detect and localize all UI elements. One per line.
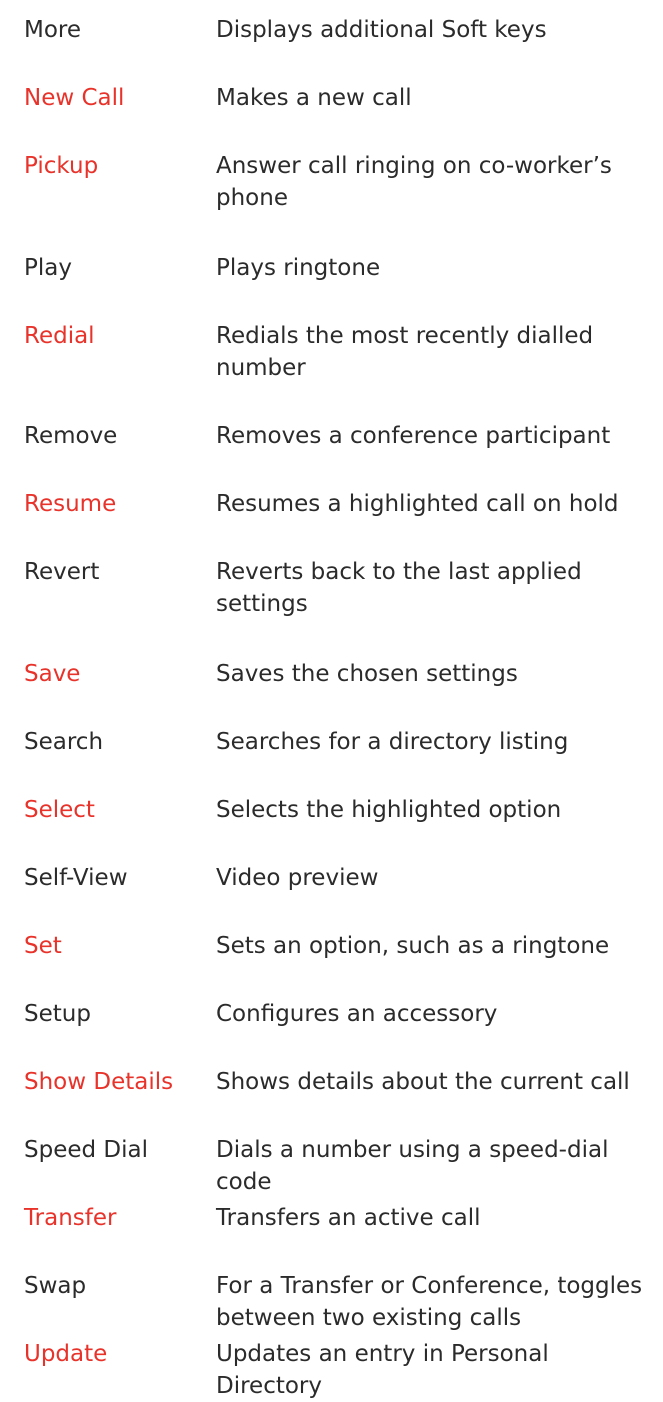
softkey-reference-table: More Displays additional Soft keys New C… bbox=[0, 0, 663, 1399]
softkey-name: Resume bbox=[24, 491, 117, 517]
softkey-name: Show Details bbox=[24, 1069, 174, 1095]
softkey-description: Saves the chosen settings bbox=[216, 661, 518, 687]
softkey-description: Plays ringtone bbox=[216, 255, 381, 281]
softkey-name: Swap bbox=[24, 1273, 87, 1299]
softkey-name: Search bbox=[24, 729, 104, 755]
softkey-description: Searches for a directory listing bbox=[216, 729, 569, 755]
softkey-name: Redial bbox=[24, 323, 95, 349]
softkey-name: Play bbox=[24, 255, 72, 281]
softkey-description: Transfers an active call bbox=[216, 1205, 481, 1231]
softkey-description: Reverts back to the last applied setting… bbox=[216, 559, 582, 617]
softkey-name: Update bbox=[24, 1341, 108, 1367]
softkey-name: Self-View bbox=[24, 865, 128, 891]
softkey-name: Transfer bbox=[24, 1205, 117, 1231]
softkey-name: Save bbox=[24, 661, 81, 687]
softkey-description: Resumes a highlighted call on hold bbox=[216, 491, 619, 517]
softkey-name: Set bbox=[24, 933, 62, 959]
softkey-description: Selects the highlighted option bbox=[216, 797, 562, 823]
softkey-description: Redials the most recently dialled number bbox=[216, 323, 594, 381]
softkey-description: Makes a new call bbox=[216, 85, 412, 111]
softkey-description: Sets an option, such as a ringtone bbox=[216, 933, 610, 959]
softkey-name: Pickup bbox=[24, 153, 99, 179]
softkey-description: Answer call ringing on co-worker’s phone bbox=[216, 153, 612, 211]
softkey-description: Displays additional Soft keys bbox=[216, 17, 547, 43]
softkey-name: Speed Dial bbox=[24, 1137, 148, 1163]
softkey-name: New Call bbox=[24, 85, 125, 111]
softkey-description: Removes a conference participant bbox=[216, 423, 611, 449]
softkey-description: Updates an entry in Personal Directory bbox=[216, 1341, 549, 1399]
softkey-description: Configures an accessory bbox=[216, 1001, 498, 1027]
softkey-name: Remove bbox=[24, 423, 118, 449]
softkey-name: Select bbox=[24, 797, 95, 823]
softkey-description: Dials a number using a speed-dial code bbox=[216, 1137, 609, 1195]
softkey-name: More bbox=[24, 17, 82, 43]
softkey-description: Video preview bbox=[216, 865, 379, 891]
softkey-name: Revert bbox=[24, 559, 100, 585]
softkey-description: For a Transfer or Conference, toggles be… bbox=[216, 1273, 643, 1331]
softkey-description: Shows details about the current call bbox=[216, 1069, 630, 1095]
softkey-name: Setup bbox=[24, 1001, 91, 1027]
